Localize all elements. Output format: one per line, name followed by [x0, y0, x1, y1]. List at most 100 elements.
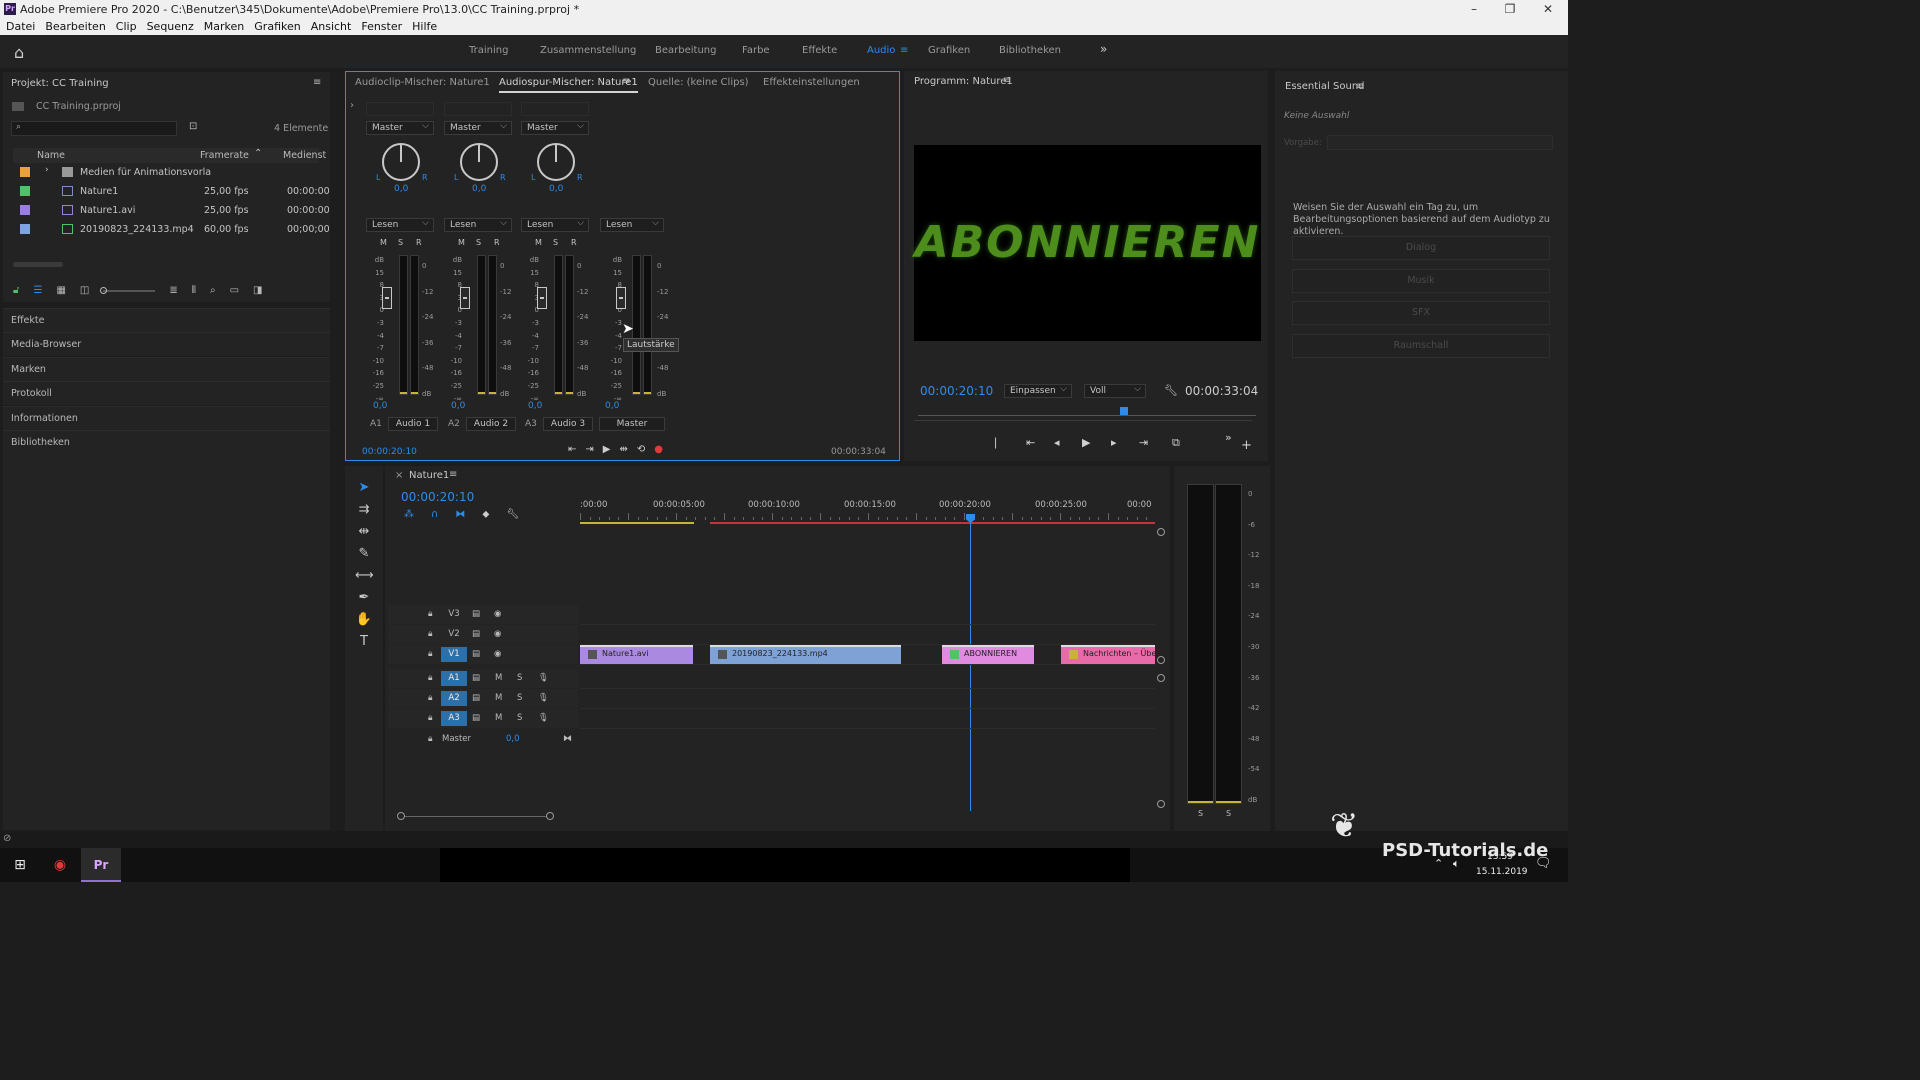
master-automation-dropdown[interactable]: Lesen: [600, 217, 664, 232]
track-id[interactable]: A2: [441, 691, 467, 706]
master-volume-fader[interactable]: [616, 287, 626, 309]
mute-track-button[interactable]: M: [495, 673, 502, 683]
premiere-taskbar-icon[interactable]: Pr: [81, 848, 121, 882]
solo-left-button[interactable]: S: [1198, 809, 1203, 818]
mixer-current-time[interactable]: 00:00:20:10: [362, 447, 417, 457]
go-to-out-icon[interactable]: ⇥: [585, 444, 593, 455]
voiceover-mic-icon[interactable]: 🎙︎: [538, 693, 549, 703]
windows-start-icon[interactable]: ⊞: [0, 848, 40, 882]
workspace-farbe[interactable]: Farbe: [742, 45, 770, 56]
dialog-button[interactable]: Dialog: [1292, 236, 1550, 260]
home-icon[interactable]: ⌂: [14, 43, 24, 62]
eye-visibility-icon[interactable]: ◉: [494, 649, 501, 659]
menu-sequenz[interactable]: Sequenz: [147, 19, 194, 35]
panel-marken[interactable]: Marken: [3, 357, 330, 381]
project-item-bin[interactable]: › Medien für Animationsvorla: [17, 163, 323, 182]
music-button[interactable]: Musik: [1292, 269, 1550, 293]
workspace-audio[interactable]: Audio: [867, 45, 895, 56]
sync-lock-icon[interactable]: ▤: [472, 713, 480, 723]
mute-track-button[interactable]: M: [495, 693, 502, 703]
record-button[interactable]: R: [416, 238, 422, 247]
volume-value[interactable]: 0,0: [373, 401, 387, 411]
type-tool-icon[interactable]: T: [355, 634, 373, 649]
zoom-handle-left[interactable]: [397, 812, 405, 820]
tab-audioclip-mixer[interactable]: Audioclip-Mischer: Nature1: [355, 77, 490, 88]
program-time-ruler[interactable]: [918, 415, 1256, 416]
panel-effekte[interactable]: Effekte: [3, 308, 330, 332]
project-horizontal-scrollbar[interactable]: [13, 262, 63, 267]
pan-knob[interactable]: [537, 143, 575, 181]
track-id[interactable]: V1: [441, 647, 467, 662]
snap-magnet-icon[interactable]: ∩: [431, 509, 438, 520]
track-id[interactable]: V2: [441, 627, 467, 642]
program-timecode[interactable]: 00:00:20:10: [920, 384, 993, 398]
sync-lock-icon[interactable]: ▤: [472, 609, 480, 619]
new-bin-icon[interactable]: ▭: [230, 285, 239, 296]
lock-icon[interactable]: 🔒︎: [428, 609, 433, 619]
menu-hilfe[interactable]: Hilfe: [412, 19, 437, 35]
solo-track-button[interactable]: S: [517, 713, 522, 723]
panel-protokoll[interactable]: Protokoll: [3, 381, 330, 405]
solo-track-button[interactable]: S: [517, 693, 522, 703]
tab-effect-controls[interactable]: Effekteinstellungen: [763, 77, 860, 88]
lock-icon[interactable]: 🔓︎: [13, 285, 19, 296]
menu-datei[interactable]: Datei: [6, 19, 35, 35]
lock-icon[interactable]: 🔒︎: [428, 649, 433, 659]
volume-fader[interactable]: [382, 287, 392, 309]
menu-fenster[interactable]: Fenster: [361, 19, 402, 35]
panel-menu-icon[interactable]: ≡: [1356, 81, 1364, 92]
project-panel-title[interactable]: Projekt: CC Training: [11, 78, 109, 89]
clip-nature1-avi[interactable]: Nature1.avi: [580, 645, 693, 664]
ripple-edit-tool-icon[interactable]: ⇹: [355, 524, 373, 539]
mute-button[interactable]: M: [458, 238, 465, 247]
volume-value[interactable]: 0,0: [528, 401, 542, 411]
vertical-scroll-handle-top[interactable]: [1157, 528, 1165, 536]
zoom-handle-right[interactable]: [546, 812, 554, 820]
panel-menu-icon[interactable]: ≡: [1003, 75, 1011, 86]
clip-mp4[interactable]: 20190823_224133.mp4: [710, 645, 901, 664]
expand-effects-chevron-icon[interactable]: ›: [350, 100, 354, 111]
freeform-view-icon[interactable]: ◫: [80, 285, 89, 296]
add-marker-icon[interactable]: ⬥: [482, 509, 489, 520]
razor-tool-icon[interactable]: ✎: [355, 546, 373, 561]
more-buttons-icon[interactable]: »: [1225, 431, 1232, 444]
more-workspaces-icon[interactable]: »: [1100, 42, 1107, 56]
icon-view-icon[interactable]: ▦: [56, 285, 65, 296]
pan-knob[interactable]: [382, 143, 420, 181]
volume-value[interactable]: 0,0: [451, 401, 465, 411]
project-search-input[interactable]: ⌕: [11, 121, 177, 136]
output-routing-dropdown[interactable]: Master: [366, 120, 434, 135]
program-zoom-bar[interactable]: [914, 420, 1252, 421]
automation-mode-dropdown[interactable]: Lesen: [444, 217, 512, 232]
volume-fader[interactable]: [537, 287, 547, 309]
panel-menu-icon[interactable]: ≡: [622, 76, 630, 87]
insert-slot[interactable]: [366, 102, 434, 116]
mute-button[interactable]: M: [535, 238, 542, 247]
workspace-audio-menu-icon[interactable]: ≡: [900, 45, 908, 56]
track-header-a3[interactable]: 🔒︎ A3 ▤ M S 🎙︎: [388, 709, 578, 728]
play-button-icon[interactable]: ▶: [1082, 436, 1090, 449]
lock-icon[interactable]: 🔒︎: [428, 629, 433, 639]
clip-abonnieren[interactable]: ABONNIEREN: [942, 645, 1034, 664]
zoom-slider[interactable]: [100, 286, 156, 294]
step-back-to-in-icon[interactable]: ⇤: [1026, 436, 1035, 449]
time-ruler[interactable]: :00:00 00:00:05:00 00:00:10:00 00:00:15:00 0…: [580, 500, 1155, 524]
menu-grafiken[interactable]: Grafiken: [254, 19, 300, 35]
button-editor-plus-icon[interactable]: +: [1241, 438, 1252, 453]
pan-knob[interactable]: [460, 143, 498, 181]
go-to-out-point-icon[interactable]: ⇥: [1139, 436, 1148, 449]
workspace-effekte[interactable]: Effekte: [802, 45, 837, 56]
slip-tool-icon[interactable]: ⟷: [355, 568, 374, 583]
go-to-in-icon[interactable]: ⇤: [568, 444, 576, 455]
solo-right-button[interactable]: S: [1226, 809, 1231, 818]
eye-visibility-icon[interactable]: ◉: [494, 609, 501, 619]
column-framerate[interactable]: Framerate: [200, 150, 249, 161]
play-icon[interactable]: ▶: [603, 444, 611, 455]
loop-icon[interactable]: ⟲: [637, 444, 645, 455]
column-mediastart[interactable]: Medienst: [283, 150, 326, 161]
tab-audiotrack-mixer[interactable]: Audiospur-Mischer: Nature1: [499, 77, 638, 93]
output-routing-dropdown[interactable]: Master: [521, 120, 589, 135]
expand-chevron-icon[interactable]: ›: [45, 165, 49, 175]
step-back-icon[interactable]: ◂: [1054, 436, 1060, 449]
workspace-zusammenstellung[interactable]: Zusammenstellung: [540, 45, 636, 56]
